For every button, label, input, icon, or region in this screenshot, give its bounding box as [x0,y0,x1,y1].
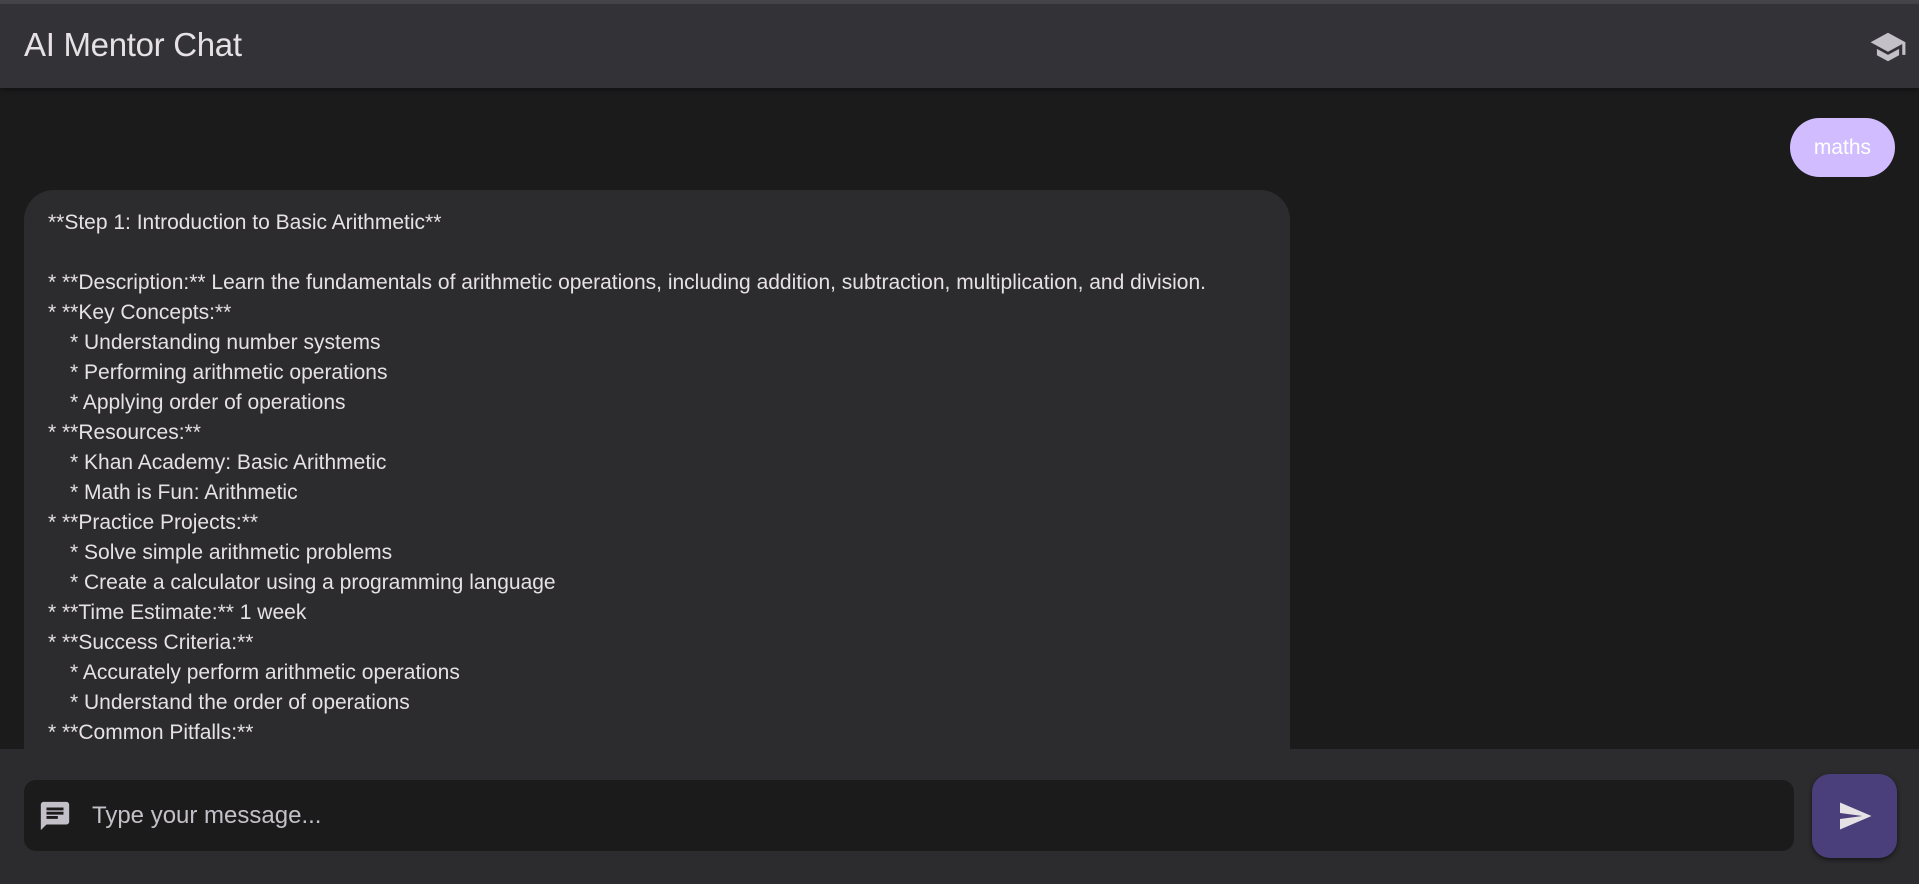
message-line: * **Resources:** [48,421,201,444]
message-input[interactable] [84,780,1774,851]
message-input-container[interactable] [24,780,1794,851]
message-line-indented: * Solve simple arithmetic problems [70,541,393,564]
message-line-indented: * Applying order of operations [70,391,346,414]
message-line-indented: * Create a calculator using a programmin… [70,571,556,594]
send-icon [1840,802,1872,830]
message-line-indented: * Understanding number systems [70,331,381,354]
graduation-cap-icon [1870,32,1906,62]
message-line-indented: * Khan Academy: Basic Arithmetic [70,451,387,474]
message-line-indented: * Understand the order of operations [70,691,410,714]
user-message-bubble: maths [1789,118,1895,177]
message-line: * **Time Estimate:** 1 week [48,601,307,624]
message-line-blank [48,238,1266,268]
message-line-indented: * Math is Fun: Arithmetic [70,481,298,504]
message-line-indented: * Accurately perform arithmetic operatio… [70,661,460,684]
app-header: AI Mentor Chat [0,4,1919,88]
message-line: * **Success Criteria:** [48,631,254,654]
message-line-indented: * Performing arithmetic operations [70,361,388,384]
message-line: **Step 1: Introduction to Basic Arithmet… [48,211,442,234]
message-line: * **Practice Projects:** [48,511,259,534]
message-icon [40,801,70,831]
message-line: * **Common Pitfalls:** [48,721,254,744]
app-window: AI Mentor Chat maths **Step 1: Introduct… [0,0,1919,884]
message-line: * **Description:** Learn the fundamental… [48,271,1206,294]
assistant-message-bubble: **Step 1: Introduction to Basic Arithmet… [24,190,1290,749]
send-button[interactable] [1812,774,1897,858]
message-line: * **Key Concepts:** [48,301,232,324]
app-title: AI Mentor Chat [24,26,242,63]
message-composer [0,749,1919,884]
chat-message-list[interactable]: maths **Step 1: Introduction to Basic Ar… [0,88,1919,749]
